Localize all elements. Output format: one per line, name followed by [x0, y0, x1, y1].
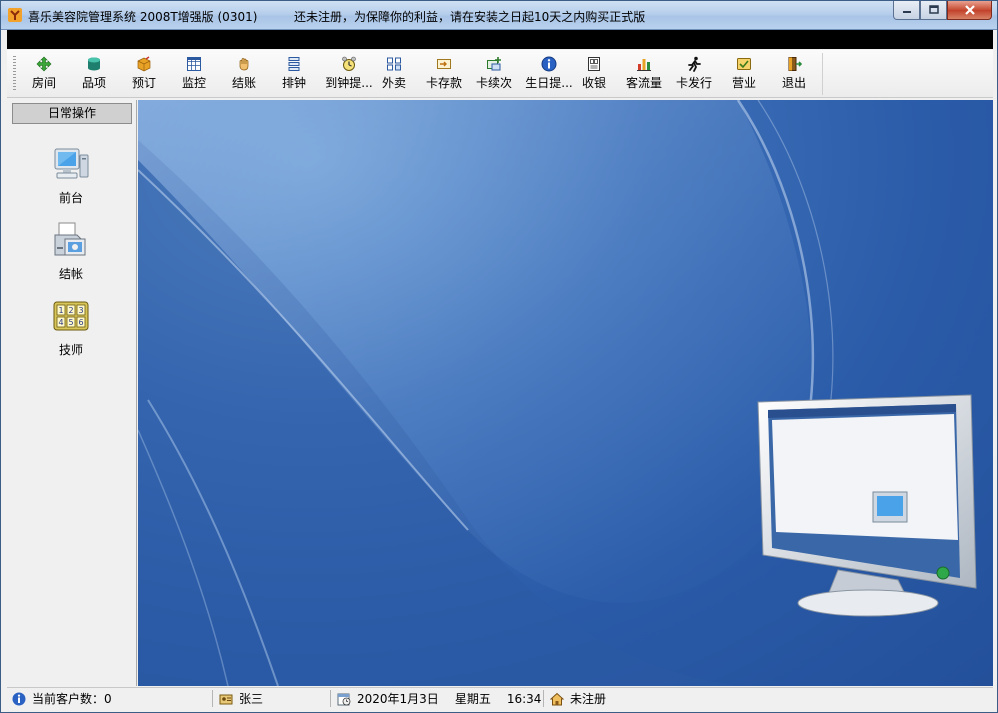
toolbar-grip[interactable]	[13, 56, 16, 92]
toolbar-label: 房间	[31, 76, 56, 90]
toolbar-button-takeout[interactable]: 外卖	[369, 52, 419, 96]
main-toolbar: 房间 品项 预订 监控 结账 排钟 到钟提... 外卖 卡存款 卡续次 生日提.…	[7, 50, 993, 98]
toolbar-label: 卡存款	[425, 76, 462, 90]
customer-count: 当前客户数：0	[32, 692, 112, 706]
checkout-hand-icon	[239, 58, 249, 71]
bar-chart-icon	[637, 59, 651, 71]
info-icon	[12, 692, 26, 705]
toolbar-label: 品项	[81, 76, 106, 90]
svg-text:4: 4	[58, 318, 63, 327]
toolbar-divider	[822, 53, 823, 95]
sidebar-item-checkout[interactable]: 结帐	[31, 221, 111, 287]
maximize-icon	[928, 5, 939, 14]
status-bar: 当前客户数：0 张三 2020年1月3日 星期五 16:34 未注册	[7, 687, 993, 708]
close-button[interactable]	[947, 1, 992, 20]
window-controls	[893, 1, 992, 20]
booking-icon	[137, 56, 151, 72]
toolbar-button-exit[interactable]: 退出	[769, 52, 819, 96]
toolbar-label: 外卖	[381, 76, 406, 90]
svg-text:3: 3	[78, 306, 83, 315]
status-customers: 当前客户数：0	[12, 690, 112, 707]
left-panel: 日常操作 前台 结帐 1 2 3 4 5 6 技师	[7, 100, 137, 686]
toolbar-button-card-deposit[interactable]: 卡存款	[419, 52, 469, 96]
toolbar-label: 排钟	[281, 76, 306, 90]
workspace-wallpaper	[138, 100, 993, 686]
sidebar-item-technician[interactable]: 123 456 技师	[31, 297, 111, 363]
toolbar-label: 收银	[581, 76, 606, 90]
app-window: 喜乐美容院管理系统 2008T增强版 (0301) 还未注册，为保障你的利益，请…	[0, 0, 998, 713]
app-logo-icon	[8, 8, 22, 22]
close-icon	[964, 5, 975, 15]
panel-header[interactable]: 日常操作	[12, 103, 132, 124]
status-registration: 未注册	[550, 690, 606, 707]
card-renew-icon	[487, 57, 501, 71]
toolbar-button-card-issue[interactable]: 卡发行	[669, 52, 719, 96]
svg-text:6: 6	[78, 318, 83, 327]
status-divider	[330, 690, 331, 707]
takeout-icon	[387, 57, 401, 71]
registration-notice: 还未注册，为保障你的利益，请在安装之日起10天之内购买正式版	[294, 10, 646, 24]
toolbar-button-monitor[interactable]: 监控	[169, 52, 219, 96]
toolbar-button-cashier[interactable]: 收银	[569, 52, 619, 96]
toolbar-button-traffic[interactable]: 客流量	[619, 52, 669, 96]
toolbar-label: 结账	[231, 76, 256, 90]
user-card-icon	[219, 694, 233, 704]
svg-text:1: 1	[58, 306, 63, 315]
status-user: 张三	[219, 690, 263, 707]
toolbar-label: 退出	[781, 76, 806, 90]
schedule-icon	[288, 57, 300, 71]
toolbar-button-checkout[interactable]: 结账	[219, 52, 269, 96]
title-bar[interactable]: 喜乐美容院管理系统 2008T增强版 (0301) 还未注册，为保障你的利益，请…	[1, 1, 997, 30]
status-datetime: 2020年1月3日 星期五 16:34	[337, 690, 541, 707]
current-time: 16:34	[506, 691, 542, 706]
calendar-clock-icon	[337, 693, 351, 705]
status-divider	[543, 690, 544, 707]
toolbar-label: 卡续次	[475, 76, 512, 90]
sidebar-item-label: 结帐	[58, 267, 83, 281]
minimize-button[interactable]	[893, 1, 920, 20]
toolbar-label: 监控	[181, 76, 206, 90]
sidebar-item-label: 前台	[58, 191, 83, 205]
menu-bar-area	[7, 30, 993, 49]
toolbar-label: 营业	[731, 76, 756, 90]
toolbar-button-business[interactable]: 营业	[719, 52, 769, 96]
monitor-grid-icon	[187, 57, 201, 71]
home-icon	[550, 692, 564, 705]
toolbar-button-product[interactable]: 品项	[69, 52, 119, 96]
minimize-icon	[902, 11, 911, 13]
running-man-icon	[688, 56, 701, 72]
toolbar-button-booking[interactable]: 预订	[119, 52, 169, 96]
sidebar-item-label: 技师	[58, 343, 83, 357]
monitor-illustration	[757, 394, 977, 617]
cashier-icon	[588, 57, 600, 71]
svg-text:2: 2	[68, 306, 73, 315]
business-icon	[737, 58, 751, 70]
wallpaper-swoosh	[138, 100, 977, 686]
toolbar-button-room[interactable]: 房间	[19, 52, 69, 96]
window-title: 喜乐美容院管理系统 2008T增强版 (0301)	[28, 10, 258, 24]
exit-door-icon	[788, 57, 802, 71]
toolbar-label: 客流量	[625, 76, 662, 90]
current-user: 张三	[239, 692, 264, 706]
registration-status: 未注册	[570, 692, 607, 706]
current-weekday: 星期五	[454, 692, 491, 706]
toolbar-label: 预订	[131, 76, 156, 90]
printer-icon	[54, 222, 86, 256]
current-date: 2020年1月3日	[357, 692, 439, 706]
product-icon	[88, 57, 100, 71]
card-deposit-icon	[437, 59, 451, 69]
room-icon	[36, 56, 52, 72]
number-pad-icon: 123 456	[53, 301, 89, 331]
maximize-button[interactable]	[920, 1, 947, 20]
status-divider	[212, 690, 213, 707]
alarm-clock-icon	[342, 56, 356, 71]
toolbar-button-card-renew[interactable]: 卡续次	[469, 52, 519, 96]
sidebar-item-front-desk[interactable]: 前台	[31, 145, 111, 211]
computer-icon	[54, 148, 89, 179]
info-icon	[541, 56, 557, 72]
svg-text:5: 5	[68, 318, 73, 327]
toolbar-label: 卡发行	[675, 76, 712, 90]
toolbar-button-schedule[interactable]: 排钟	[269, 52, 319, 96]
